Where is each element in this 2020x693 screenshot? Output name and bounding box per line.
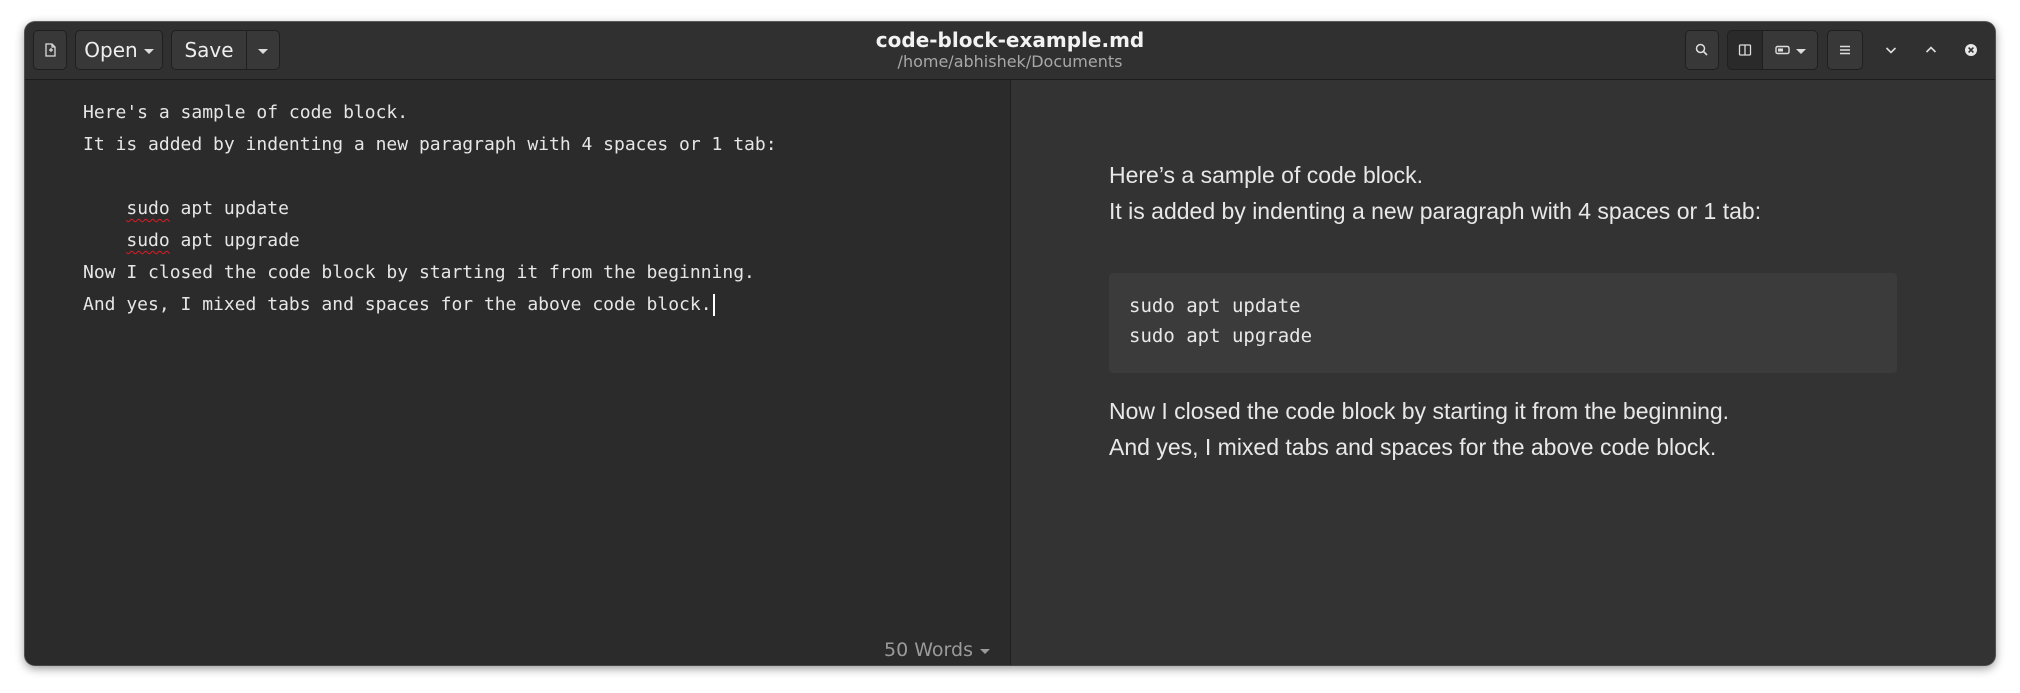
preview-paragraph-line: And yes, I mixed tabs and spaces for the…	[1109, 434, 1717, 460]
chevron-down-icon	[980, 649, 990, 654]
misspelled-word[interactable]: sudo	[126, 230, 169, 251]
editor-line-rest: apt upgrade	[169, 230, 300, 251]
split-view-button[interactable]	[1727, 30, 1763, 70]
preview-pane: Here’s a sample of code block. It is add…	[1011, 80, 1995, 665]
chevron-up-icon	[1925, 46, 1937, 53]
editor-line[interactable]: sudo apt upgrade	[83, 225, 777, 257]
editor-text[interactable]: Here's a sample of code block. It is add…	[83, 97, 777, 321]
word-count-label: 50 Words	[884, 639, 973, 661]
close-button[interactable]	[1956, 35, 1986, 65]
editor-line[interactable]: Here's a sample of code block.	[83, 97, 777, 129]
main-menu-button[interactable]	[1827, 30, 1863, 70]
header-bar: Open Save code-block-example.md /home/ab…	[25, 22, 1995, 80]
maximize-button[interactable]	[1916, 35, 1946, 65]
text-cursor	[712, 294, 715, 316]
app-window: Open Save code-block-example.md /home/ab…	[25, 22, 1995, 665]
chevron-down-icon	[1885, 47, 1897, 54]
editor-pane[interactable]: Here's a sample of code block. It is add…	[25, 80, 1011, 665]
editor-line-text: And yes, I mixed tabs and spaces for the…	[83, 294, 712, 315]
preview-code-block: sudo apt update sudo apt upgrade	[1109, 273, 1897, 373]
minimize-button[interactable]	[1876, 35, 1906, 65]
split-view-icon	[1738, 44, 1752, 56]
preview-mode-icon	[1775, 45, 1790, 55]
preview-paragraph-line: Now I closed the code block by starting …	[1109, 398, 1730, 424]
preview-mode-button[interactable]	[1762, 30, 1818, 70]
editor-line[interactable]	[83, 161, 777, 193]
search-button[interactable]	[1685, 30, 1719, 70]
editor-line[interactable]: And yes, I mixed tabs and spaces for the…	[83, 289, 777, 321]
preview-paragraph-line: It is added by indenting a new paragraph…	[1109, 198, 1762, 224]
editor-line-rest: apt update	[169, 198, 289, 219]
close-icon	[1965, 44, 1977, 56]
preview-code-line: sudo apt upgrade	[1129, 325, 1313, 347]
hamburger-menu-icon	[1840, 45, 1850, 55]
preview-code-line: sudo apt update	[1129, 295, 1301, 317]
misspelled-word[interactable]: sudo	[126, 198, 169, 219]
chevron-down-icon	[1796, 49, 1806, 54]
editor-line[interactable]: It is added by indenting a new paragraph…	[83, 129, 777, 161]
editor-line[interactable]: sudo apt update	[83, 193, 777, 225]
preview-paragraph-line: Here’s a sample of code block.	[1109, 162, 1424, 188]
word-count-button[interactable]: 50 Words	[884, 639, 990, 661]
editor-line[interactable]: Now I closed the code block by starting …	[83, 257, 777, 289]
search-icon	[1695, 43, 1708, 56]
